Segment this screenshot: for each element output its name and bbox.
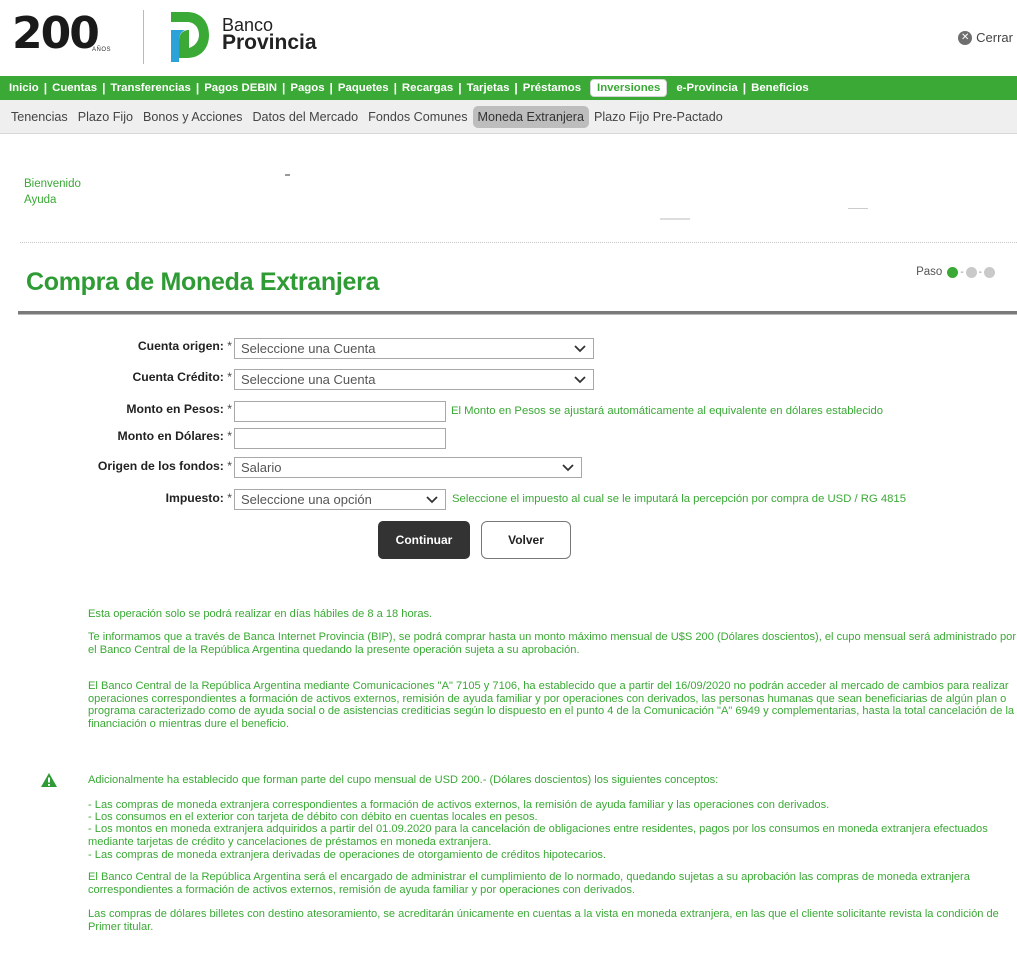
redaction-mark: [848, 208, 868, 209]
chevron-down-icon: [426, 495, 438, 503]
required-mark: *: [227, 370, 232, 384]
close-label: Cerrar: [976, 30, 1013, 45]
main-nav: Inicio | Cuentas | Transferencias | Pago…: [0, 76, 1017, 100]
cuenta-credito-select[interactable]: Seleccione una Cuenta: [234, 369, 594, 390]
back-button[interactable]: Volver: [481, 521, 571, 559]
step-2-dot: [965, 266, 977, 278]
impuesto-select[interactable]: Seleccione una opción: [234, 489, 446, 510]
chevron-down-icon: [574, 344, 586, 352]
info-bullet-1: - Las compras de moneda extranjera corre…: [88, 799, 830, 811]
nav-item-transferencias[interactable]: Transferencias: [105, 82, 195, 94]
anniversary-years-label: AÑOS: [92, 47, 112, 53]
step-dash: -: [960, 266, 964, 278]
redaction-mark: [660, 218, 690, 220]
logo-divider: [143, 10, 144, 64]
subnav-item-fondos-comunes[interactable]: Fondos Comunes: [363, 106, 472, 128]
info-paragraph-3: El Banco Central de la República Argenti…: [88, 680, 1015, 730]
monto-pesos-label: Monto en Pesos: *: [80, 402, 232, 416]
nav-item-paquetes[interactable]: Paquetes: [333, 82, 394, 94]
subnav-item-tenencias[interactable]: Tenencias: [6, 106, 73, 128]
banco-provincia-logo-icon: [171, 12, 209, 62]
nav-item-cuentas[interactable]: Cuentas: [47, 82, 102, 94]
nav-item-recargas[interactable]: Recargas: [397, 82, 458, 94]
nav-item-tarjetas[interactable]: Tarjetas: [462, 82, 515, 94]
origen-fondos-select[interactable]: Salario: [234, 457, 582, 478]
cuenta-origen-label-text: Cuenta origen:: [137, 339, 224, 353]
subnav-item-plazo-fijo-pre-pactado[interactable]: Plazo Fijo Pre-Pactado: [589, 106, 728, 128]
nav-item-pagos[interactable]: Pagos: [285, 82, 329, 94]
step-indicator: Paso - -: [916, 266, 995, 278]
dotted-divider: [20, 242, 1017, 243]
monto-dolares-label: Monto en Dólares: *: [60, 429, 232, 443]
nav-item-e-provincia[interactable]: e-Provincia: [671, 82, 742, 94]
info-paragraph-2: Te informamos que a través de Banca Inte…: [88, 631, 1017, 656]
continue-button[interactable]: Continuar: [378, 521, 470, 559]
info-paragraph-6: Las compras de dólares billetes con dest…: [88, 908, 999, 933]
subnav-item-datos-mercado[interactable]: Datos del Mercado: [247, 106, 363, 128]
info-bullet-4: - Las compras de moneda extranjera deriv…: [88, 849, 607, 861]
subnav-item-bonos-acciones[interactable]: Bonos y Acciones: [138, 106, 247, 128]
welcome-block: Bienvenido Ayuda: [24, 176, 81, 208]
impuesto-value: Seleccione una opción: [241, 492, 372, 507]
monto-dolares-input[interactable]: [234, 428, 446, 449]
header: 200 AÑOS Banco Provincia ✕ Cerrar: [0, 0, 1017, 76]
step-label: Paso: [916, 266, 943, 278]
page-title: Compra de Moneda Extranjera: [26, 268, 380, 296]
step-dash: -: [978, 266, 982, 278]
cuenta-origen-label: Cuenta origen: *: [80, 339, 232, 353]
close-session-button[interactable]: ✕ Cerrar: [958, 30, 1013, 45]
warning-icon: [41, 773, 57, 787]
nav-item-inversiones[interactable]: Inversiones: [590, 79, 668, 97]
cuenta-credito-value: Seleccione una Cuenta: [241, 372, 376, 387]
info-bullet-3: - Los montos en moneda extranjera adquir…: [88, 823, 988, 848]
nav-item-inicio[interactable]: Inicio: [4, 82, 44, 94]
brand-name: Banco Provincia: [222, 16, 317, 54]
help-link[interactable]: Ayuda: [24, 192, 81, 208]
monto-dolares-label-text: Monto en Dólares:: [117, 429, 224, 443]
cuenta-credito-label-text: Cuenta Crédito:: [132, 370, 224, 384]
brand-line-2: Provincia: [222, 31, 317, 54]
welcome-link[interactable]: Bienvenido: [24, 176, 81, 192]
chevron-down-icon: [562, 463, 574, 471]
info-paragraph-4: Adicionalmente ha establecido que forman…: [88, 774, 719, 786]
subnav-item-moneda-extranjera[interactable]: Moneda Extranjera: [472, 105, 589, 128]
origen-fondos-label-text: Origen de los fondos:: [97, 459, 224, 473]
required-mark: *: [227, 339, 232, 353]
cuenta-credito-label: Cuenta Crédito: *: [80, 370, 232, 384]
monto-pesos-hint: El Monto en Pesos se ajustará automática…: [451, 405, 884, 417]
info-paragraph-1: Esta operación solo se podrá realizar en…: [88, 608, 433, 620]
step-1-dot: [947, 266, 959, 278]
close-icon: ✕: [958, 30, 973, 45]
cuenta-origen-select[interactable]: Seleccione una Cuenta: [234, 338, 594, 359]
origen-fondos-value: Salario: [241, 460, 282, 475]
title-rule: [18, 311, 1017, 315]
redaction-mark: [285, 174, 290, 176]
cuenta-origen-value: Seleccione una Cuenta: [241, 341, 376, 356]
impuesto-hint: Seleccione el impuesto al cual se le imp…: [452, 493, 906, 505]
monto-pesos-input[interactable]: [234, 401, 446, 422]
anniversary-logo: 200: [12, 8, 100, 59]
required-mark: *: [227, 491, 232, 505]
required-mark: *: [227, 429, 232, 443]
subnav-item-plazo-fijo[interactable]: Plazo Fijo: [73, 106, 138, 128]
step-3-dot: [984, 266, 995, 278]
impuesto-label: Impuesto: *: [80, 491, 232, 505]
nav-item-beneficios[interactable]: Beneficios: [746, 82, 814, 94]
impuesto-label-text: Impuesto:: [165, 491, 224, 505]
info-bullet-2: - Los consumos en el exterior con tarjet…: [88, 811, 538, 823]
nav-item-prestamos[interactable]: Préstamos: [518, 82, 586, 94]
required-mark: *: [227, 459, 232, 473]
required-mark: *: [227, 402, 232, 416]
monto-pesos-label-text: Monto en Pesos:: [126, 402, 224, 416]
nav-item-pagos-debin[interactable]: Pagos DEBIN: [199, 82, 282, 94]
sub-nav: Tenencias Plazo Fijo Bonos y Acciones Da…: [0, 100, 1017, 134]
chevron-down-icon: [574, 375, 586, 383]
info-paragraph-5: El Banco Central de la República Argenti…: [88, 871, 970, 896]
origen-fondos-label: Origen de los fondos: *: [40, 459, 232, 473]
